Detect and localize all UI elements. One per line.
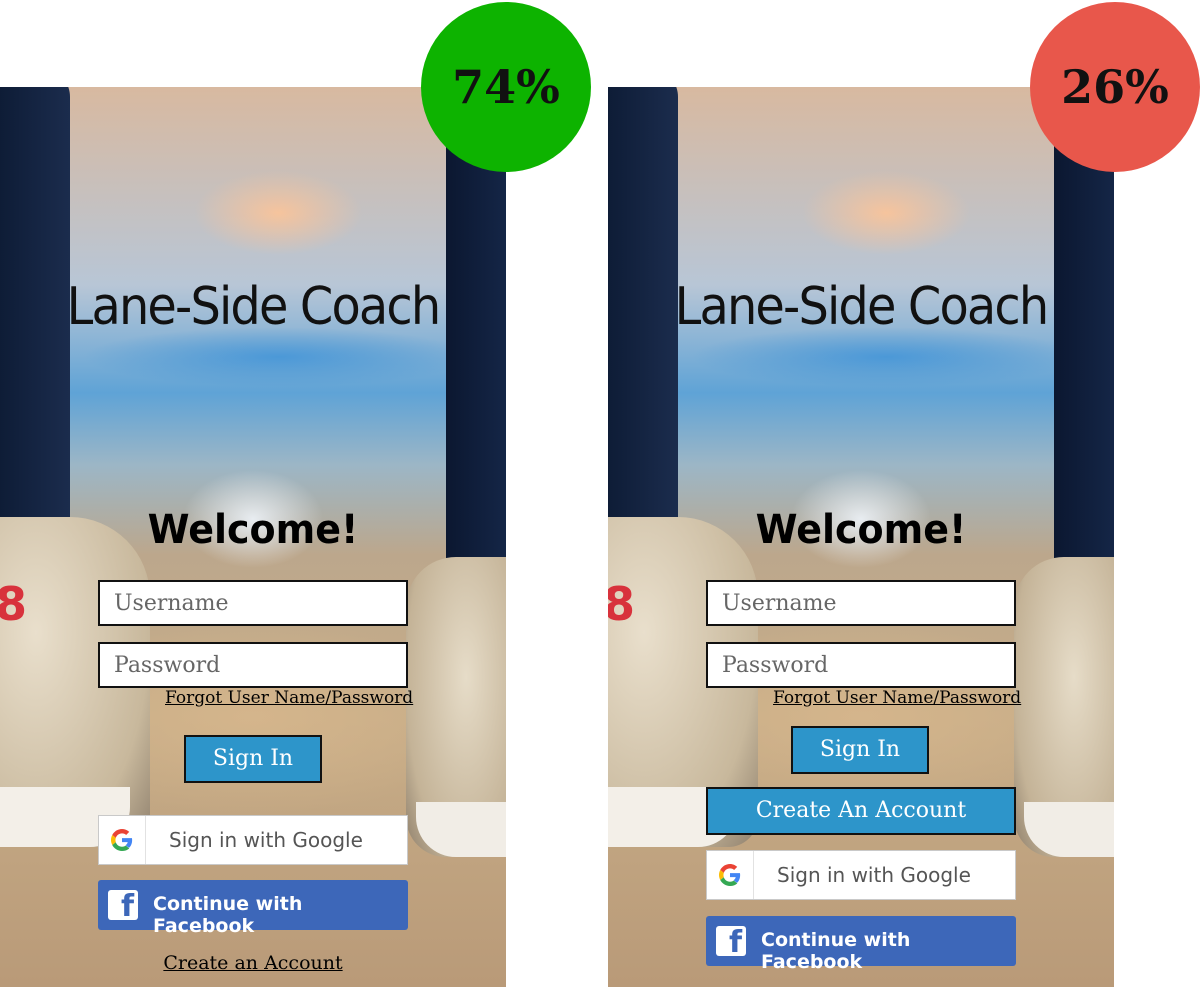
facebook-f-icon: f	[716, 925, 746, 960]
app-title: Lane-Side Coach	[66, 277, 442, 337]
percentage-badge-a: 74%	[421, 2, 591, 172]
welcome-heading: Welcome!	[755, 507, 967, 553]
google-g-icon	[707, 851, 754, 899]
percentage-badge-b: 26%	[1030, 2, 1200, 172]
sign-in-button[interactable]: Sign In	[791, 726, 929, 774]
forgot-credentials-link[interactable]: Forgot User Name/Password	[773, 688, 1021, 708]
facebook-continue-button[interactable]: f Continue with Facebook	[98, 880, 408, 937]
welcome-heading: Welcome!	[147, 507, 359, 553]
google-button-label: Sign in with Google	[169, 828, 363, 852]
username-field[interactable]	[706, 580, 1016, 626]
password-field[interactable]	[706, 642, 1016, 688]
login-screen-variant-b: 8 Lane-Side Coach Welcome! Forgot User N…	[608, 87, 1114, 987]
create-account-link[interactable]: Create an Account	[0, 952, 506, 974]
facebook-button-label: Continue with Facebook	[761, 929, 911, 973]
sign-in-button[interactable]: Sign In	[184, 735, 322, 783]
facebook-f-icon: f	[108, 889, 138, 924]
create-account-button[interactable]: Create An Account	[706, 787, 1016, 835]
facebook-button-label: Continue with Facebook	[153, 893, 303, 937]
forgot-credentials-link[interactable]: Forgot User Name/Password	[165, 688, 413, 708]
google-button-label: Sign in with Google	[777, 863, 971, 887]
facebook-continue-button[interactable]: f Continue with Facebook	[706, 916, 1016, 973]
google-sign-in-button[interactable]: Sign in with Google	[706, 850, 1016, 900]
google-g-icon	[99, 816, 146, 864]
login-screen-variant-a: 8 Lane-Side Coach Welcome! Forgot User N…	[0, 87, 506, 987]
password-field[interactable]	[98, 642, 408, 688]
google-sign-in-button[interactable]: Sign in with Google	[98, 815, 408, 865]
app-title: Lane-Side Coach	[674, 277, 1050, 337]
username-field[interactable]	[98, 580, 408, 626]
